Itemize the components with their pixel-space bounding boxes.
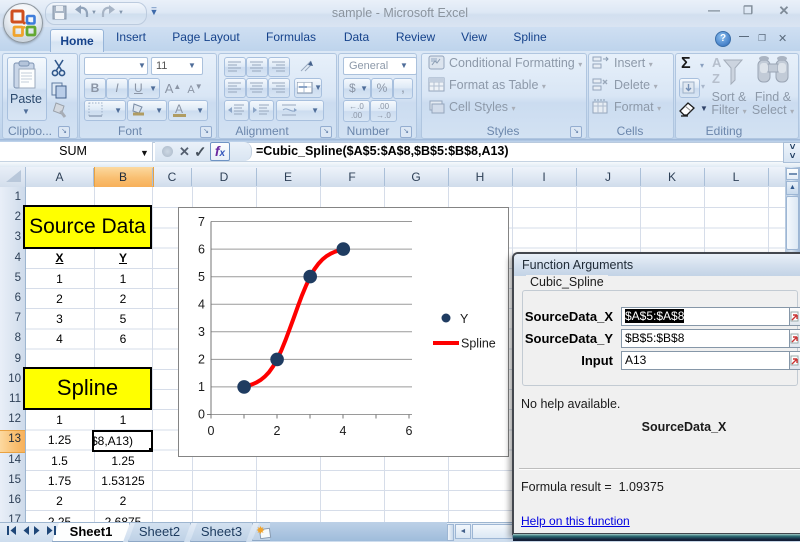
svg-text:6: 6 bbox=[406, 424, 413, 438]
svg-text:4: 4 bbox=[198, 298, 205, 312]
svg-text:Y: Y bbox=[460, 312, 469, 326]
svg-text:1: 1 bbox=[198, 380, 205, 394]
svg-text:0: 0 bbox=[208, 424, 215, 438]
svg-text:Z: Z bbox=[712, 71, 720, 86]
svg-text:2: 2 bbox=[274, 424, 281, 438]
svg-text:5: 5 bbox=[198, 270, 205, 284]
svg-text:A: A bbox=[712, 55, 722, 70]
svg-text:0: 0 bbox=[198, 408, 205, 422]
svg-text:4: 4 bbox=[340, 424, 347, 438]
svg-text:Spline: Spline bbox=[461, 337, 496, 351]
svg-text:7: 7 bbox=[198, 215, 205, 229]
svg-text:6: 6 bbox=[198, 243, 205, 257]
svg-text:3: 3 bbox=[198, 325, 205, 339]
svg-text:2: 2 bbox=[198, 353, 205, 367]
